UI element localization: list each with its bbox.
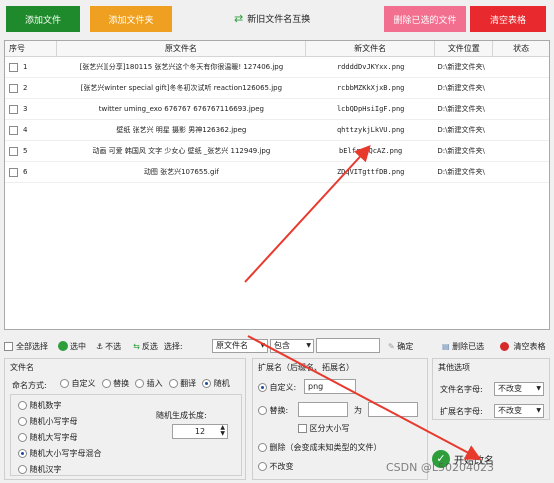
arrow-to-start-button	[247, 335, 482, 460]
annotation-arrows	[244, 145, 482, 460]
arrow-to-new-names	[244, 145, 371, 283]
